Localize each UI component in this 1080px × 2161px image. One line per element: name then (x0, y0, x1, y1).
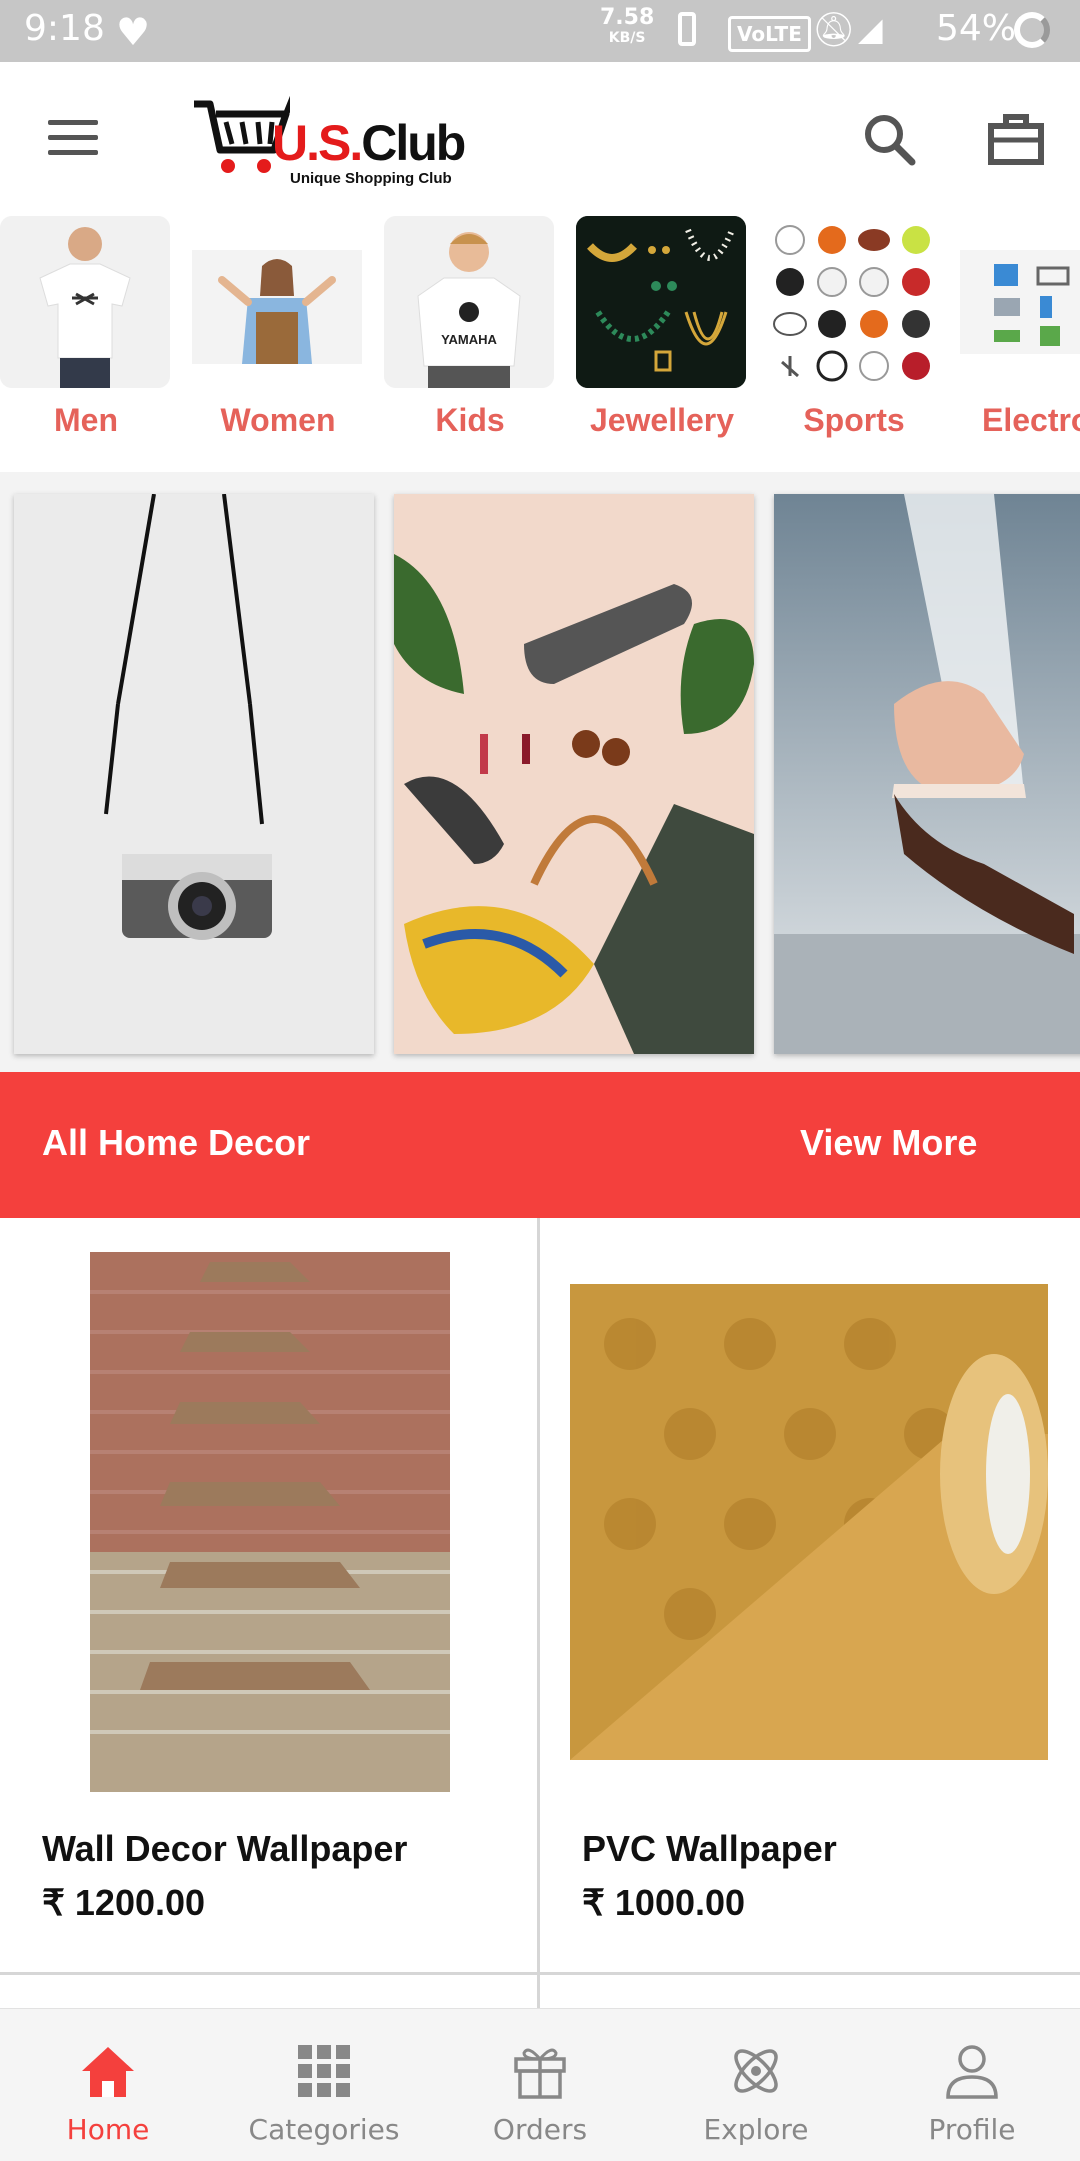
grid-icon (298, 2045, 350, 2097)
category-strip[interactable]: Men Women YAMAHA Kids Jewellery Sports E… (0, 212, 1080, 472)
mute-bell-icon: 🔕︎ (812, 10, 856, 50)
category-label: Jewellery (589, 402, 735, 438)
bottom-nav: Home Categories Orders Explore Profile (0, 2008, 1080, 2161)
category-electronics-image (960, 216, 1080, 388)
status-bar: 9:18 ♥ 7.58 KB/S VoLTE 🔕︎ ◢ 54% (0, 0, 1080, 62)
product-image (570, 1284, 1048, 1760)
volte-badge: VoLTE (728, 16, 811, 52)
product-name: Wall Decor Wallpaper (42, 1828, 408, 1869)
promo-banner-camera[interactable] (14, 494, 374, 1054)
product-card[interactable]: Wall Decor Wallpaper ₹ 1200.00 (0, 1218, 537, 1972)
home-icon (82, 2047, 134, 2097)
category-sports[interactable]: Sports (768, 216, 940, 466)
grid-divider (537, 1218, 540, 2008)
product-price: ₹ 1000.00 (582, 1882, 746, 1923)
logo-tagline: Unique Shopping Club (290, 170, 452, 187)
category-sports-image (768, 216, 938, 388)
promo-banner-sneaker[interactable] (774, 494, 1080, 1054)
category-women[interactable]: Women (192, 216, 364, 466)
category-label: Electron (981, 402, 1080, 438)
user-icon (946, 2045, 998, 2099)
nav-label: Explore (703, 2113, 809, 2146)
promo-banner-fashion[interactable] (394, 494, 754, 1054)
battery-ring-icon (1014, 12, 1050, 48)
app-logo[interactable]: U.S.Club Unique Shopping Club (190, 92, 480, 187)
nav-label: Categories (248, 2113, 400, 2146)
signal-icon: ◢ (858, 10, 883, 48)
product-price: ₹ 1200.00 (42, 1882, 206, 1923)
app-header: U.S.Club Unique Shopping Club (0, 62, 1080, 212)
nav-label: Profile (928, 2113, 1016, 2146)
heart-notification-icon: ♥ (116, 10, 151, 54)
nav-label: Home (66, 2113, 150, 2146)
network-speed-unit: KB/S (608, 30, 646, 46)
category-kids[interactable]: YAMAHA Kids (384, 216, 556, 466)
category-electronics[interactable]: Electron (960, 216, 1080, 466)
category-men[interactable]: Men (0, 216, 172, 466)
menu-icon[interactable] (48, 120, 98, 156)
promo-carousel[interactable] (0, 472, 1080, 1072)
grid-divider (0, 1972, 1080, 1975)
category-label: Kids (435, 402, 505, 438)
phone-icon (678, 12, 696, 46)
product-image (90, 1252, 450, 1792)
network-speed-value: 7.58 (600, 5, 655, 30)
nav-explore[interactable]: Explore (648, 2009, 864, 2161)
product-name: PVC Wallpaper (582, 1828, 837, 1869)
nav-orders[interactable]: Orders (432, 2009, 648, 2161)
nav-profile[interactable]: Profile (864, 2009, 1080, 2161)
category-label: Sports (803, 402, 905, 438)
category-label: Men (54, 402, 118, 438)
view-more-link[interactable]: View More (800, 1122, 977, 1164)
section-header-home-decor: All Home Decor View More (0, 1072, 1080, 1218)
category-label: Women (220, 402, 336, 438)
category-women-image (192, 216, 362, 388)
gift-icon (514, 2048, 566, 2099)
category-men-image (0, 216, 170, 388)
nav-categories[interactable]: Categories (216, 2009, 432, 2161)
nav-label: Orders (492, 2113, 588, 2146)
status-time: 9:18 (24, 8, 105, 49)
svg-text:YAMAHA: YAMAHA (441, 332, 497, 347)
battery-percent: 54% (936, 8, 1017, 49)
shopping-bag-icon[interactable] (988, 112, 1044, 166)
category-jewellery[interactable]: Jewellery (576, 216, 748, 466)
search-icon[interactable] (862, 112, 916, 166)
nav-home[interactable]: Home (0, 2009, 216, 2161)
atom-icon (734, 2049, 778, 2093)
section-title: All Home Decor (42, 1122, 311, 1163)
logo-wordmark: U.S.Club (272, 115, 466, 171)
category-kids-image: YAMAHA (384, 216, 554, 388)
product-card[interactable]: PVC Wallpaper ₹ 1000.00 (540, 1218, 1077, 1972)
category-jewellery-image (576, 216, 746, 388)
network-speed: 7.58 KB/S (600, 5, 655, 48)
